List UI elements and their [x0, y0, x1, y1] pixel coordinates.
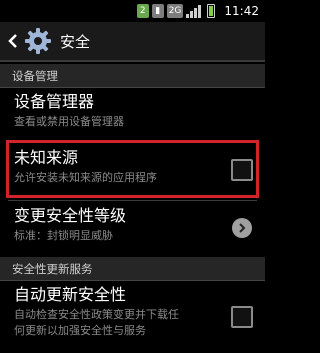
unknown-sources-checkbox[interactable] [231, 159, 253, 181]
action-bar: 安全 [0, 22, 265, 62]
divider [8, 140, 257, 141]
auto-update-item[interactable]: 自动更新安全性 自动检查安全性政策变更并下载任 何更新以加强安全性与服务 [0, 283, 265, 351]
device-manager-subtitle: 查看或禁用设备管理器 [14, 115, 124, 128]
unknown-sources-title: 未知来源 [14, 148, 79, 167]
auto-update-title: 自动更新安全性 [14, 285, 127, 304]
auto-update-subtitle-line2: 何更新以加强安全性与服务 [14, 324, 146, 337]
status-bar: 2 ▮ 2G 11:42 [0, 0, 265, 22]
change-security-level-title: 变更安全性等级 [14, 206, 127, 225]
status-time: 11:42 [224, 4, 259, 18]
change-security-level-subtitle: 标准：封锁明显威胁 [14, 229, 113, 242]
auto-update-subtitle-line1: 自动检查安全性政策变更并下载任 [14, 308, 179, 321]
battery-icon [207, 4, 216, 18]
page-title: 安全 [60, 32, 91, 51]
network-type-indicator: 2G [166, 4, 184, 18]
unknown-sources-item[interactable]: 未知来源 允许安装未知来源的应用程序 [0, 146, 265, 196]
sim-card-icon: ▮ [151, 4, 164, 18]
device-manager-item[interactable]: 设备管理器 查看或禁用设备管理器 [0, 90, 265, 138]
sim1-indicator: 2 [136, 4, 149, 18]
auto-update-checkbox[interactable] [231, 306, 253, 328]
device-manager-title: 设备管理器 [14, 92, 95, 111]
chevron-right-icon[interactable] [232, 218, 252, 238]
change-security-level-item[interactable]: 变更安全性等级 标准：封锁明显威胁 [0, 204, 265, 254]
section-header-device-admin: 设备管理 [0, 64, 265, 88]
back-icon[interactable] [4, 21, 22, 61]
unknown-sources-subtitle: 允许安装未知来源的应用程序 [14, 171, 157, 184]
signal-icon [186, 4, 202, 18]
gear-icon[interactable] [24, 27, 52, 55]
divider [8, 200, 257, 201]
section-header-security-update: 安全性更新服务 [0, 257, 265, 281]
